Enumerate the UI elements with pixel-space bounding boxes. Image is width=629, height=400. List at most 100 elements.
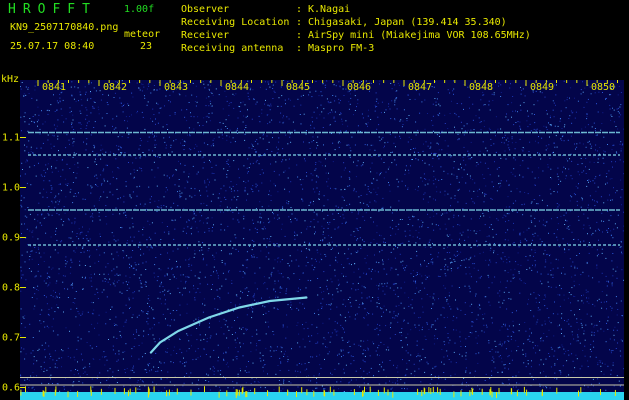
- noise-speck: [283, 379, 285, 381]
- noise-speck: [421, 298, 423, 300]
- noise-speck: [32, 116, 34, 117]
- noise-speck: [315, 81, 317, 82]
- noise-speck: [48, 308, 50, 310]
- noise-speck: [523, 203, 525, 205]
- noise-speck: [47, 139, 49, 141]
- noise-speck: [61, 115, 63, 116]
- noise-speck: [367, 324, 369, 326]
- noise-speck: [355, 289, 357, 291]
- noise-speck: [429, 147, 431, 149]
- noise-speck: [340, 290, 342, 292]
- noise-speck: [108, 339, 109, 340]
- noise-speck: [550, 366, 552, 368]
- noise-speck: [48, 345, 50, 347]
- noise-speck: [37, 125, 38, 127]
- noise-speck: [587, 233, 588, 235]
- noise-speck: [306, 256, 308, 258]
- noise-speck: [116, 273, 118, 275]
- noise-speck: [114, 353, 116, 355]
- noise-speck: [156, 89, 158, 91]
- noise-speck: [404, 173, 406, 175]
- noise-speck: [271, 271, 273, 273]
- noise-speck: [248, 167, 250, 169]
- noise-speck: [167, 371, 169, 373]
- noise-speck: [444, 212, 446, 214]
- noise-speck: [558, 246, 560, 248]
- noise-speck: [488, 127, 490, 129]
- noise-speck: [173, 362, 174, 364]
- noise-speck: [169, 94, 171, 96]
- noise-speck: [449, 113, 451, 114]
- noise-speck: [277, 105, 279, 107]
- noise-speck: [187, 334, 189, 336]
- noise-speck: [498, 167, 500, 168]
- noise-speck: [384, 283, 386, 285]
- noise-speck: [149, 363, 151, 364]
- noise-speck: [486, 150, 488, 152]
- noise-speck: [150, 92, 152, 94]
- noise-speck: [463, 134, 465, 136]
- noise-speck: [443, 356, 445, 358]
- noise-speck: [504, 364, 506, 365]
- noise-speck: [484, 195, 486, 197]
- noise-speck: [357, 282, 359, 284]
- noise-speck: [60, 183, 61, 185]
- noise-speck: [103, 191, 105, 193]
- noise-speck: [316, 107, 318, 109]
- noise-speck: [607, 365, 609, 367]
- noise-speck: [64, 260, 66, 261]
- noise-speck: [109, 278, 111, 280]
- noise-speck: [280, 86, 282, 88]
- noise-speck: [217, 275, 219, 277]
- noise-speck: [477, 306, 479, 308]
- noise-speck: [328, 172, 329, 174]
- noise-speck: [433, 86, 435, 88]
- noise-speck: [202, 259, 204, 261]
- noise-speck: [400, 287, 402, 289]
- noise-speck: [373, 375, 374, 377]
- noise-speck: [563, 80, 565, 82]
- noise-speck: [368, 387, 370, 389]
- noise-speck: [543, 333, 545, 334]
- noise-speck: [34, 218, 36, 220]
- noise-speck: [85, 242, 87, 244]
- noise-speck: [219, 386, 221, 388]
- noise-speck: [187, 181, 189, 183]
- noise-speck: [265, 321, 267, 323]
- noise-speck: [130, 197, 132, 199]
- noise-speck: [329, 341, 331, 343]
- spectrogram-svg: [20, 80, 624, 400]
- noise-speck: [30, 375, 32, 377]
- noise-speck: [170, 146, 172, 148]
- noise-speck: [181, 109, 183, 111]
- noise-speck: [228, 347, 229, 349]
- noise-speck: [27, 207, 29, 208]
- noise-speck: [550, 262, 552, 264]
- noise-speck: [542, 340, 544, 342]
- noise-speck: [154, 276, 155, 278]
- noise-speck: [497, 351, 499, 353]
- noise-speck: [618, 116, 620, 118]
- noise-speck: [525, 256, 527, 257]
- noise-speck: [262, 314, 264, 315]
- noise-speck: [574, 265, 576, 267]
- noise-speck: [165, 95, 167, 97]
- noise-speck: [613, 329, 615, 331]
- noise-speck: [478, 117, 480, 119]
- noise-speck: [155, 144, 157, 146]
- noise-speck: [278, 141, 280, 143]
- noise-speck: [138, 290, 140, 292]
- noise-speck: [252, 308, 254, 310]
- noise-speck: [269, 350, 271, 352]
- noise-speck: [315, 231, 316, 233]
- noise-speck: [158, 268, 160, 270]
- noise-speck: [535, 297, 537, 299]
- noise-speck: [26, 159, 28, 161]
- noise-speck: [524, 95, 526, 97]
- noise-speck: [432, 296, 434, 297]
- noise-speck: [186, 221, 188, 223]
- noise-speck: [534, 345, 536, 347]
- noise-speck: [574, 314, 575, 316]
- noise-speck: [493, 92, 495, 94]
- noise-speck: [385, 309, 387, 311]
